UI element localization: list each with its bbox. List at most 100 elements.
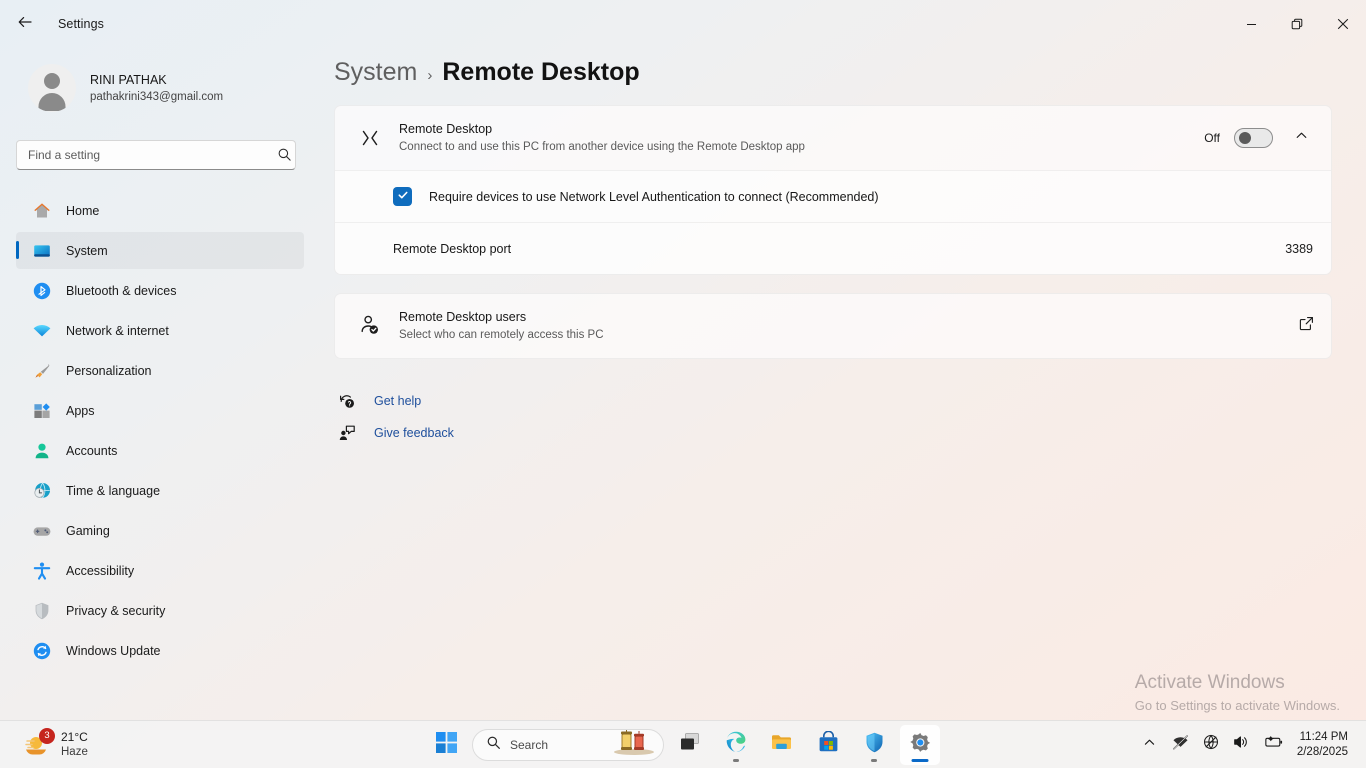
minimize-icon (1246, 19, 1257, 30)
chevron-up-icon (1143, 736, 1156, 754)
active-indicator (912, 759, 929, 762)
app-title: Settings (58, 17, 104, 31)
close-button[interactable] (1320, 0, 1366, 48)
sidebar-item-bluetooth-devices[interactable]: Bluetooth & devices (16, 272, 304, 309)
running-indicator (871, 759, 877, 762)
sidebar-item-label: Accounts (66, 444, 117, 458)
remote-desktop-text: Remote Desktop Connect to and use this P… (399, 120, 1204, 156)
avatar (28, 64, 76, 112)
battery-button[interactable] (1257, 726, 1289, 764)
sidebar-item-label: Accessibility (66, 564, 134, 578)
paintbrush-icon (32, 361, 52, 381)
sidebar-item-privacy-security[interactable]: Privacy & security (16, 592, 304, 629)
expand-collapse-button[interactable] (1287, 124, 1315, 152)
sidebar-item-network-internet[interactable]: Network & internet (16, 312, 304, 349)
sidebar-item-time-language[interactable]: Time & language (16, 472, 304, 509)
taskbar-app-settings[interactable] (900, 725, 940, 765)
taskbar: 3 21°C Haze Search (0, 720, 1366, 768)
edge-icon (724, 730, 748, 759)
clock[interactable]: 11:24 PM 2/28/2025 (1291, 726, 1358, 764)
weather-widget[interactable]: 3 21°C Haze (14, 726, 96, 764)
checkmark-icon (397, 188, 409, 206)
task-view-icon (679, 731, 701, 758)
give-feedback-label[interactable]: Give feedback (374, 426, 454, 440)
sidebar-item-apps[interactable]: Apps (16, 392, 304, 429)
start-button[interactable] (426, 725, 466, 765)
sidebar-item-label: Privacy & security (66, 604, 165, 618)
get-help-link[interactable]: Get help (334, 385, 1332, 417)
breadcrumb: System › Remote Desktop (334, 48, 1332, 105)
speaker-icon (1232, 733, 1250, 756)
weather-condition: Haze (61, 745, 88, 760)
back-arrow-icon (17, 14, 33, 35)
clock-date: 2/28/2025 (1297, 745, 1348, 760)
sidebar: RINI PATHAK pathakrini343@gmail.com (0, 48, 320, 768)
footer-links: Get help Give feedback (334, 385, 1332, 449)
running-indicator (733, 759, 739, 762)
weather-badge: 3 (39, 728, 55, 744)
back-button[interactable] (8, 7, 42, 41)
port-label: Remote Desktop port (393, 242, 511, 256)
sidebar-item-accessibility[interactable]: Accessibility (16, 552, 304, 589)
taskbar-app-file-explorer[interactable] (762, 725, 802, 765)
taskbar-app-windows-security[interactable] (854, 725, 894, 765)
breadcrumb-parent[interactable]: System (334, 58, 417, 87)
taskbar-app-microsoft-store[interactable] (808, 725, 848, 765)
toggle-state-label: Off (1204, 131, 1220, 145)
main-content: System › Remote Desktop Remote Desktop C… (320, 48, 1366, 768)
page-title: Remote Desktop (442, 58, 639, 87)
show-hidden-icons-button[interactable] (1136, 726, 1164, 764)
remote-desktop-subtitle: Connect to and use this PC from another … (399, 139, 1204, 156)
remote-connect-icon (353, 125, 387, 151)
account-block[interactable]: RINI PATHAK pathakrini343@gmail.com (16, 48, 304, 120)
sidebar-item-label: Bluetooth & devices (66, 284, 177, 298)
activate-windows-watermark: Activate Windows Go to Settings to activ… (1135, 670, 1340, 716)
remote-desktop-users-text: Remote Desktop users Select who can remo… (399, 308, 1298, 344)
weather-text: 21°C Haze (61, 730, 88, 760)
clock-time: 11:24 PM (1297, 730, 1348, 745)
title-bar: Settings (0, 0, 1366, 48)
nla-checkbox[interactable] (393, 187, 412, 206)
sidebar-item-system[interactable]: System (16, 232, 304, 269)
remote-desktop-port-row: Remote Desktop port 3389 (335, 222, 1331, 274)
taskbar-app-microsoft-edge[interactable] (716, 725, 756, 765)
sidebar-item-label: Time & language (66, 484, 160, 498)
sidebar-item-label: System (66, 244, 108, 258)
sidebar-item-accounts[interactable]: Accounts (16, 432, 304, 469)
remote-desktop-users-card: Remote Desktop users Select who can remo… (334, 293, 1332, 359)
volume-button[interactable] (1227, 726, 1255, 764)
haze-sun-icon: 3 (22, 730, 52, 760)
taskbar-search-label: Search (510, 738, 548, 752)
bluetooth-icon (32, 281, 52, 301)
sidebar-item-label: Gaming (66, 524, 110, 538)
nla-checkbox-row[interactable]: Require devices to use Network Level Aut… (335, 170, 1331, 222)
external-link-icon (1298, 315, 1315, 337)
taskbar-app-task-view[interactable] (670, 725, 710, 765)
update-icon (32, 641, 52, 661)
sidebar-item-personalization[interactable]: Personalization (16, 352, 304, 389)
network-status-button[interactable] (1166, 726, 1195, 764)
minimize-button[interactable] (1228, 0, 1274, 48)
get-help-label[interactable]: Get help (374, 394, 421, 408)
remote-desktop-users-action[interactable] (1298, 315, 1315, 337)
windows-start-icon (436, 732, 457, 758)
maximize-restore-button[interactable] (1274, 0, 1320, 48)
battery-charging-icon (1262, 733, 1284, 756)
port-value: 3389 (1285, 242, 1313, 256)
sidebar-item-home[interactable]: Home (16, 192, 304, 229)
taskbar-search[interactable]: Search (472, 729, 664, 761)
internet-access-button[interactable] (1197, 726, 1225, 764)
lantern-icon (611, 729, 657, 760)
remote-desktop-toggle[interactable] (1234, 128, 1273, 148)
globe-icon (1202, 733, 1220, 756)
give-feedback-link[interactable]: Give feedback (334, 417, 1332, 449)
search-input[interactable] (16, 140, 296, 170)
sidebar-item-gaming[interactable]: Gaming (16, 512, 304, 549)
close-icon (1337, 18, 1349, 30)
remote-desktop-row[interactable]: Remote Desktop Connect to and use this P… (335, 106, 1331, 170)
remote-desktop-users-row[interactable]: Remote Desktop users Select who can remo… (335, 294, 1331, 358)
sidebar-item-windows-update[interactable]: Windows Update (16, 632, 304, 669)
nla-label: Require devices to use Network Level Aut… (429, 190, 879, 204)
window-controls (1228, 0, 1366, 48)
remote-desktop-users-subtitle: Select who can remotely access this PC (399, 327, 1298, 344)
